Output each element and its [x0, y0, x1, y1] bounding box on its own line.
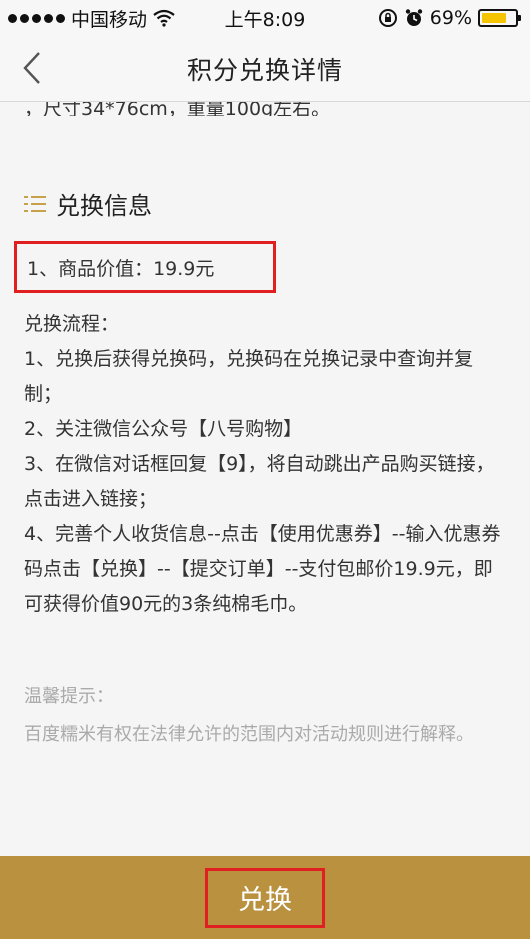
description-cut-line: ，尺寸34*76cm，重量100g左右。: [24, 102, 331, 116]
signal-icon: [8, 13, 65, 23]
product-value-highlight: 1、商品价值：19.9元: [14, 241, 276, 293]
carrier-label: 中国移动: [71, 8, 148, 31]
wifi-icon: [153, 9, 175, 27]
flow-step-1: 1、兑换后获得兑换码，兑换码在兑换记录中查询并复制；: [24, 348, 474, 405]
bottom-action-bar: 兑换: [0, 856, 530, 939]
page-title: 积分兑换详情: [186, 55, 343, 85]
list-icon: [24, 194, 46, 214]
alarm-icon: [405, 9, 422, 26]
status-right: 69%: [378, 7, 521, 29]
section-header: 兑换信息: [24, 186, 506, 221]
tips-title: 温馨提示：: [24, 686, 114, 707]
rotation-lock-icon: [378, 9, 397, 27]
exchange-button[interactable]: 兑换: [205, 867, 325, 928]
back-button[interactable]: [12, 48, 52, 88]
chevron-left-icon: [23, 52, 40, 84]
detail-content: ，尺寸34*76cm，重量100g左右。 兑换信息 1、商品价值：19.9元 兑…: [0, 102, 530, 856]
flow-step-3: 3、在微信对话框回复【9】，将自动跳出产品购买链接，点击进入链接；: [24, 453, 495, 510]
battery-icon: [478, 9, 521, 27]
tips-body: 百度糯米有权在法律允许的范围内对活动规则进行解释。: [24, 724, 474, 745]
status-left: 中国移动: [8, 5, 175, 32]
product-value-text: 1、商品价值：19.9元: [27, 257, 215, 280]
nav-bar: 积分兑换详情: [0, 36, 530, 102]
battery-percent: 69%: [429, 7, 472, 29]
flow-label: 兑换流程：: [24, 313, 120, 335]
section-title: 兑换信息: [56, 192, 152, 220]
flow-step-4: 4、完善个人收货信息--点击【使用优惠券】--输入优惠券码点击【兑换】--【提交…: [24, 523, 501, 615]
status-bar: 中国移动 上午8:09 69%: [0, 0, 530, 36]
flow-step-2: 2、关注微信公众号【八号购物】: [24, 418, 303, 440]
